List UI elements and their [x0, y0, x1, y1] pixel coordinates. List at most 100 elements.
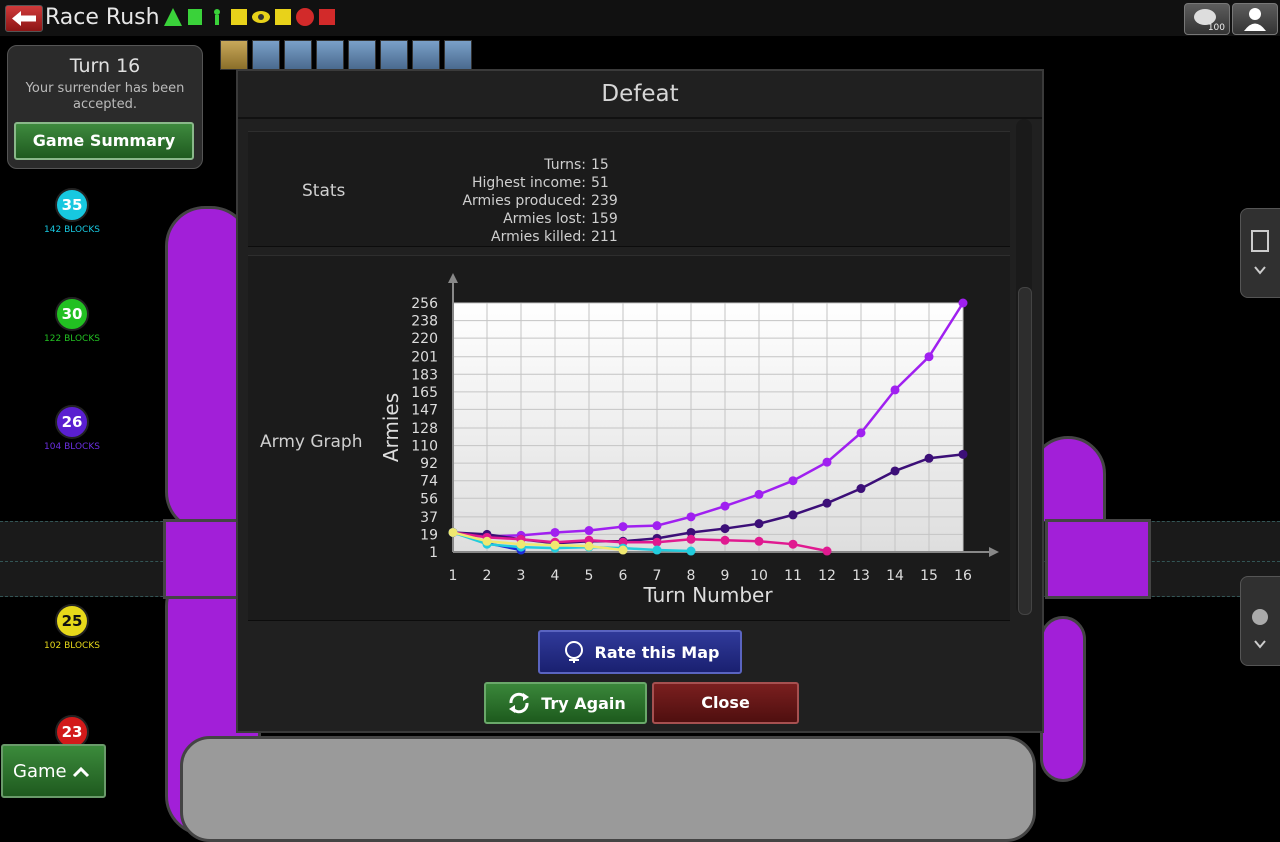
data-point: [618, 545, 628, 555]
player-badge[interactable]: 26 104 BLOCKS: [32, 405, 112, 453]
player-army-count: 25: [55, 604, 89, 638]
stats-section: Stats Turns: 15 Highest income: 51 Armies …: [248, 131, 1010, 247]
y-tick-label: 238: [411, 314, 438, 330]
data-point: [550, 527, 560, 537]
rate-map-label: Rate this Map: [594, 642, 720, 662]
stats-list: Turns: 15 Highest income: 51 Armies produc…: [388, 156, 618, 246]
player-thumb[interactable]: [348, 40, 376, 70]
player-thumb[interactable]: [412, 40, 440, 70]
data-point: [584, 526, 594, 536]
globe-icon: [564, 641, 583, 663]
warning-icon[interactable]: [163, 7, 183, 27]
data-point: [754, 536, 764, 546]
player-army-count: 30: [55, 297, 89, 331]
y-tick-label: 128: [411, 421, 438, 437]
army-graph-section: Army Graph 1 2 3 4 5 6 7 8 9 10 11 12 13 14 15 16 1 19 37 5…: [248, 255, 1010, 621]
x-tick-label: 13: [852, 568, 870, 584]
stat-label: Armies produced:: [462, 193, 586, 209]
stat-row: Highest income: 51: [388, 174, 618, 192]
x-tick-label: 6: [619, 568, 628, 584]
data-point: [754, 489, 764, 499]
back-arrow-icon: [12, 11, 36, 26]
app-title: Race Rush: [45, 5, 160, 30]
cards-icon[interactable]: [185, 7, 205, 27]
stat-row: Armies killed: 211: [388, 228, 618, 246]
y-axis-label: Armies: [379, 393, 403, 462]
data-point: [822, 546, 832, 556]
data-point: [720, 535, 730, 545]
stat-label: Armies killed:: [491, 229, 586, 245]
player-thumb[interactable]: [316, 40, 344, 70]
stat-label: Highest income:: [471, 175, 586, 191]
data-point: [890, 466, 900, 476]
try-again-button[interactable]: Try Again: [484, 682, 647, 724]
stop-icon[interactable]: [295, 7, 315, 27]
data-point: [822, 457, 832, 467]
no-attack-icon[interactable]: [317, 7, 337, 27]
runner-icon[interactable]: [207, 7, 227, 27]
player-thumbnails: [220, 40, 472, 70]
data-point: [958, 449, 968, 459]
close-button[interactable]: Close: [652, 682, 799, 724]
player-badge[interactable]: 25 102 BLOCKS: [32, 604, 112, 652]
y-tick-label: 201: [411, 350, 438, 366]
back-button[interactable]: [5, 5, 43, 32]
luck-icon[interactable]: [273, 7, 293, 27]
eye-icon[interactable]: [251, 7, 271, 27]
x-tick-label: 5: [585, 568, 594, 584]
player-thumb[interactable]: [444, 40, 472, 70]
player-thumb[interactable]: [284, 40, 312, 70]
x-tick-label: 2: [483, 568, 492, 584]
game-button-label: Game: [13, 761, 67, 782]
dialog-scrollbar[interactable]: [1016, 119, 1032, 615]
refresh-icon: [509, 692, 530, 714]
fog-icon[interactable]: [229, 7, 249, 27]
map-track-right-lower: [1040, 616, 1086, 782]
rate-map-button[interactable]: Rate this Map: [538, 630, 742, 674]
data-point: [550, 540, 560, 550]
user-icon: [1244, 8, 1266, 31]
x-tick-label: 16: [954, 568, 972, 584]
data-point: [856, 484, 866, 494]
stat-row: Turns: 15: [388, 156, 618, 174]
turn-panel: Turn 16 Your surrender has been accepted…: [7, 45, 203, 169]
scrollbar-thumb[interactable]: [1018, 287, 1032, 615]
game-summary-button[interactable]: Game Summary: [14, 122, 194, 160]
data-point: [788, 510, 798, 520]
data-point: [652, 537, 662, 547]
chevron-up-icon: [73, 766, 90, 778]
x-tick-label: 1: [449, 568, 458, 584]
player-blocks: 122 BLOCKS: [44, 334, 100, 344]
data-point: [618, 522, 628, 532]
data-point: [584, 541, 594, 551]
data-point: [924, 352, 934, 362]
x-tick-label: 4: [551, 568, 560, 584]
data-point: [788, 539, 798, 549]
player-army-count: 35: [55, 188, 89, 222]
player-badge[interactable]: 30 122 BLOCKS: [32, 297, 112, 345]
side-tab-chat[interactable]: [1240, 576, 1280, 666]
profile-button[interactable]: [1232, 3, 1278, 35]
player-thumb[interactable]: [220, 40, 248, 70]
dialog-title-bar: Defeat: [238, 71, 1042, 119]
side-tab-history[interactable]: [1240, 208, 1280, 298]
data-point: [720, 524, 730, 534]
player-blocks: 142 BLOCKS: [44, 225, 100, 235]
x-tick-label: 9: [721, 568, 730, 584]
x-axis-label: Turn Number: [642, 583, 773, 607]
data-point: [958, 298, 968, 308]
player-badge[interactable]: 35 142 BLOCKS: [32, 188, 112, 236]
player-thumb[interactable]: [380, 40, 408, 70]
try-again-label: Try Again: [541, 693, 626, 713]
stat-label: Turns:: [544, 157, 586, 173]
player-thumb[interactable]: [252, 40, 280, 70]
data-point: [448, 527, 458, 537]
clipboard-icon: [1251, 230, 1269, 275]
chat-button[interactable]: 100: [1184, 3, 1230, 35]
y-tick-label: 19: [420, 527, 438, 543]
stats-label: Stats: [302, 181, 346, 201]
y-tick-label: 37: [420, 510, 438, 526]
stat-value: 239: [591, 193, 618, 209]
game-menu-button[interactable]: Game: [1, 744, 106, 798]
stat-value: 15: [591, 157, 609, 173]
